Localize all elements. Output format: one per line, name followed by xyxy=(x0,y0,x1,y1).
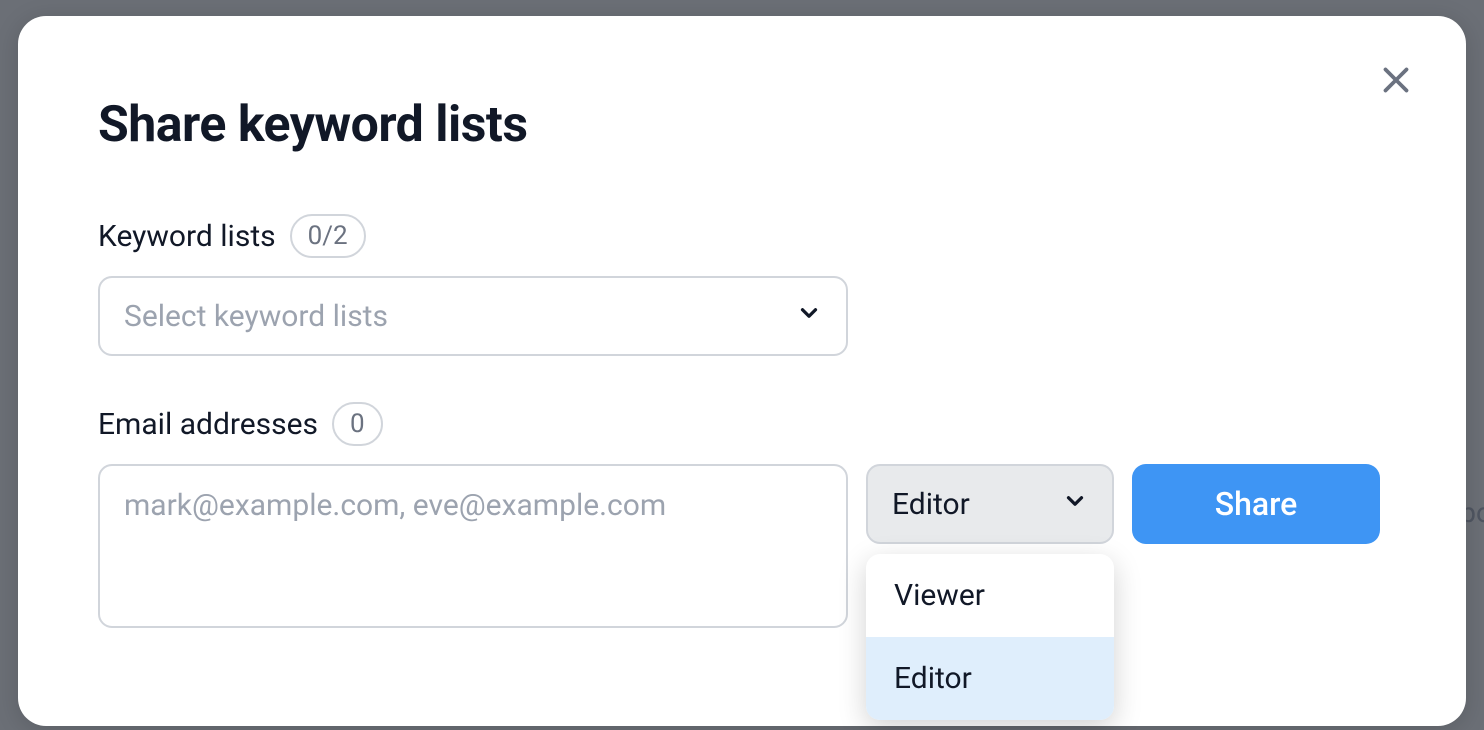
keyword-lists-placeholder: Select keyword lists xyxy=(124,299,388,334)
role-select-value: Editor xyxy=(892,487,970,522)
role-select-wrapper: Editor Viewer Editor xyxy=(866,464,1114,544)
email-label-row: Email addresses 0 xyxy=(98,402,1386,446)
close-icon xyxy=(1378,62,1414,98)
role-select[interactable]: Editor xyxy=(866,464,1114,544)
keyword-lists-label-row: Keyword lists 0/2 xyxy=(98,214,1386,258)
keyword-lists-select[interactable]: Select keyword lists xyxy=(98,276,848,356)
role-option-editor[interactable]: Editor xyxy=(866,637,1114,720)
email-addresses-field: Email addresses 0 Editor Viewer Editor S… xyxy=(98,402,1386,628)
role-option-viewer[interactable]: Viewer xyxy=(866,554,1114,637)
keyword-lists-field: Keyword lists 0/2 Select keyword lists xyxy=(98,214,1386,356)
role-dropdown: Viewer Editor xyxy=(866,554,1114,720)
share-keyword-lists-modal: Share keyword lists Keyword lists 0/2 Se… xyxy=(18,16,1466,726)
modal-title: Share keyword lists xyxy=(98,96,1386,154)
email-input-row: Editor Viewer Editor Share xyxy=(98,464,1386,628)
email-count-badge: 0 xyxy=(332,402,383,446)
email-input[interactable] xyxy=(98,464,848,628)
chevron-down-icon xyxy=(796,299,822,334)
email-label: Email addresses xyxy=(98,407,318,442)
keyword-lists-count-badge: 0/2 xyxy=(290,214,366,258)
share-button[interactable]: Share xyxy=(1132,464,1380,544)
chevron-down-icon xyxy=(1062,487,1088,522)
close-button[interactable] xyxy=(1374,58,1418,102)
keyword-lists-label: Keyword lists xyxy=(98,219,276,254)
